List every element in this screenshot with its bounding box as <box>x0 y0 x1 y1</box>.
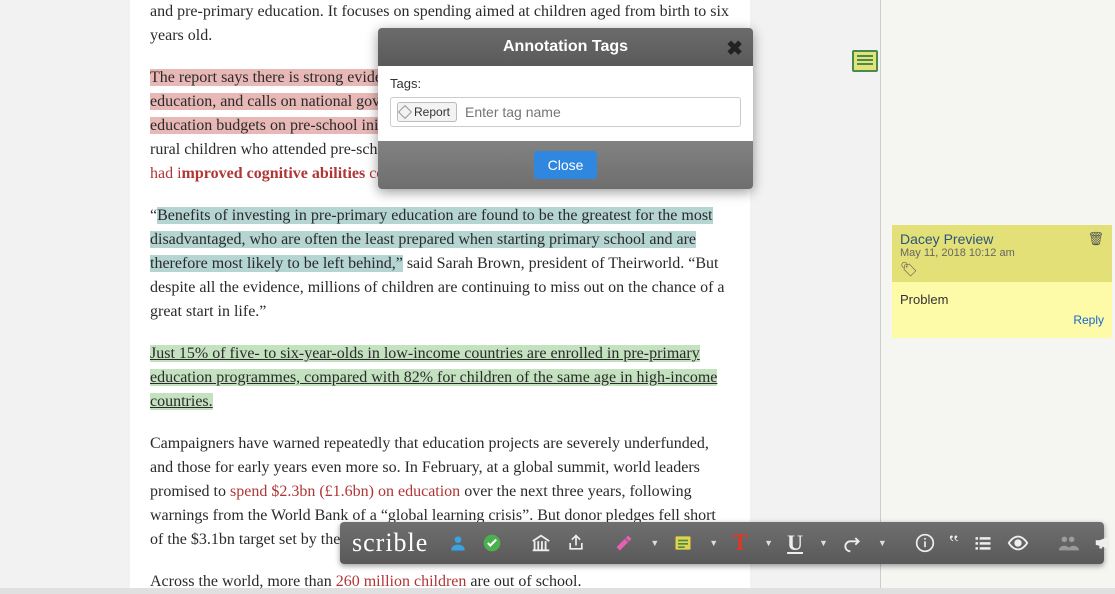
paragraph: Just 15% of five- to six-year-olds in lo… <box>150 342 730 414</box>
note-header: 🗑 Dacey Preview May 11, 2018 10:12 am 🏷 <box>892 225 1112 282</box>
chevron-down-icon[interactable]: ▼ <box>819 538 828 548</box>
library-icon[interactable] <box>530 530 552 556</box>
underline-icon[interactable]: U <box>787 530 803 556</box>
user-icon[interactable] <box>448 530 468 556</box>
tag-shape-icon <box>398 105 412 119</box>
info-icon[interactable] <box>915 530 935 556</box>
reply-link[interactable]: Reply <box>900 307 1104 327</box>
close-button[interactable]: Close <box>534 151 598 179</box>
close-icon[interactable]: ✖ <box>726 36 743 61</box>
note-body[interactable]: Problem Reply <box>892 282 1112 338</box>
link-text[interactable]: spend $2.3bn (£1.6bn) on education <box>230 483 460 500</box>
tag-chip-label: Report <box>414 105 450 119</box>
chevron-down-icon[interactable]: ▼ <box>650 538 659 548</box>
dialog-title: Annotation Tags ✖ <box>378 28 753 66</box>
highlight-green-underline[interactable]: Just 15% of five- to six-year-olds in lo… <box>150 345 717 410</box>
tag-icon[interactable]: 🏷 <box>900 261 918 278</box>
tag-chip[interactable]: Report <box>397 102 457 122</box>
chevron-down-icon[interactable]: ▼ <box>764 538 773 548</box>
note-date: May 11, 2018 10:12 am <box>900 247 1104 259</box>
list-icon[interactable] <box>973 530 993 556</box>
tag-input-row[interactable]: Report <box>390 97 741 127</box>
dialog-footer: Close <box>378 141 753 189</box>
scrible-toolbar[interactable]: scrible ▼ ▼ T ▼ U ▼ ▼ ‟ <box>340 522 1104 564</box>
highlighter-icon[interactable] <box>614 530 634 556</box>
note-marker-icon[interactable] <box>852 50 878 72</box>
tags-label: Tags: <box>390 76 741 91</box>
text-color-icon[interactable]: T <box>732 530 748 556</box>
scrible-logo: scrible <box>352 528 428 558</box>
paragraph: Across the world, more than 260 million … <box>150 570 730 594</box>
dialog-body: Tags: Report <box>378 66 753 141</box>
eye-icon[interactable] <box>1007 530 1029 556</box>
text: are out of school. <box>466 573 581 590</box>
tag-name-input[interactable] <box>463 103 734 121</box>
share-icon[interactable] <box>566 530 586 556</box>
annotation-tags-dialog: Annotation Tags ✖ Tags: Report Close <box>378 28 753 189</box>
delete-icon[interactable]: 🗑 <box>1087 231 1104 247</box>
sticky-note-icon[interactable] <box>673 530 693 556</box>
megaphone-icon[interactable] <box>1093 530 1115 556</box>
chevron-down-icon[interactable]: ▼ <box>878 538 887 548</box>
note-text: Problem <box>900 292 948 307</box>
text: Across the world, more than <box>150 573 336 590</box>
citation-icon[interactable]: ‟ <box>949 530 959 556</box>
group-icon <box>1057 530 1079 556</box>
link-text[interactable]: 260 million children <box>336 573 467 590</box>
annotation-note[interactable]: 🗑 Dacey Preview May 11, 2018 10:12 am 🏷 … <box>892 225 1112 338</box>
check-icon[interactable] <box>482 530 502 556</box>
undo-icon[interactable] <box>842 530 862 556</box>
note-author: Dacey Preview <box>900 231 1104 247</box>
chevron-down-icon[interactable]: ▼ <box>709 538 718 548</box>
paragraph: “Benefits of investing in pre-primary ed… <box>150 204 730 324</box>
